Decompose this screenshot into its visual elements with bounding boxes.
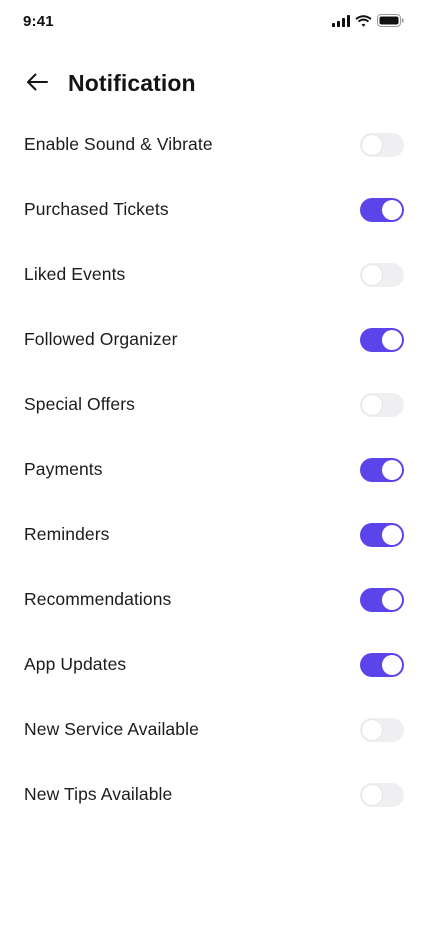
setting-label: Recommendations <box>24 589 172 609</box>
back-button[interactable] <box>22 70 52 98</box>
setting-row: Liked Events <box>0 242 428 307</box>
wifi-icon <box>355 14 372 32</box>
status-bar: 9:41 <box>0 0 428 44</box>
notification-toggle[interactable] <box>360 197 404 222</box>
setting-label: Reminders <box>24 524 110 544</box>
toggle-knob <box>362 719 382 740</box>
toggle-knob <box>382 654 402 675</box>
toggle-knob <box>382 199 402 220</box>
notification-toggle[interactable] <box>360 132 404 157</box>
setting-row: Payments <box>0 437 428 502</box>
setting-row: Recommendations <box>0 567 428 632</box>
status-icons <box>332 14 404 32</box>
toggle-knob <box>382 524 402 545</box>
arrow-left-icon <box>25 72 49 97</box>
notification-toggle[interactable] <box>360 457 404 482</box>
setting-label: Liked Events <box>24 264 126 284</box>
notification-toggle[interactable] <box>360 587 404 612</box>
toggle-knob <box>362 394 382 415</box>
header: Notification <box>0 62 428 106</box>
notification-toggle[interactable] <box>360 262 404 287</box>
toggle-knob <box>382 589 402 610</box>
setting-label: Payments <box>24 459 103 479</box>
setting-row: App Updates <box>0 632 428 697</box>
toggle-knob <box>382 329 402 350</box>
toggle-knob <box>362 784 382 805</box>
toggle-knob <box>362 264 382 285</box>
notification-toggle[interactable] <box>360 522 404 547</box>
setting-label: Enable Sound & Vibrate <box>24 134 213 154</box>
toggle-knob <box>362 134 382 155</box>
setting-label: Special Offers <box>24 394 135 414</box>
setting-label: New Service Available <box>24 719 199 739</box>
status-time: 9:41 <box>23 13 54 30</box>
cellular-signal-icon <box>332 14 350 32</box>
notification-settings-list: Enable Sound & Vibrate Purchased Tickets L… <box>0 112 428 827</box>
battery-icon <box>377 14 404 32</box>
notification-toggle[interactable] <box>360 327 404 352</box>
setting-label: Followed Organizer <box>24 329 178 349</box>
setting-row: New Tips Available <box>0 762 428 827</box>
setting-label: New Tips Available <box>24 784 173 804</box>
setting-label: Purchased Tickets <box>24 199 169 219</box>
setting-row: Reminders <box>0 502 428 567</box>
setting-row: Followed Organizer <box>0 307 428 372</box>
notification-toggle[interactable] <box>360 392 404 417</box>
toggle-knob <box>382 459 402 480</box>
notification-toggle[interactable] <box>360 717 404 742</box>
notification-toggle[interactable] <box>360 652 404 677</box>
page-title: Notification <box>68 70 196 96</box>
setting-row: New Service Available <box>0 697 428 762</box>
notification-toggle[interactable] <box>360 782 404 807</box>
setting-row: Purchased Tickets <box>0 177 428 242</box>
setting-row: Enable Sound & Vibrate <box>0 112 428 177</box>
setting-label: App Updates <box>24 654 127 674</box>
setting-row: Special Offers <box>0 372 428 437</box>
